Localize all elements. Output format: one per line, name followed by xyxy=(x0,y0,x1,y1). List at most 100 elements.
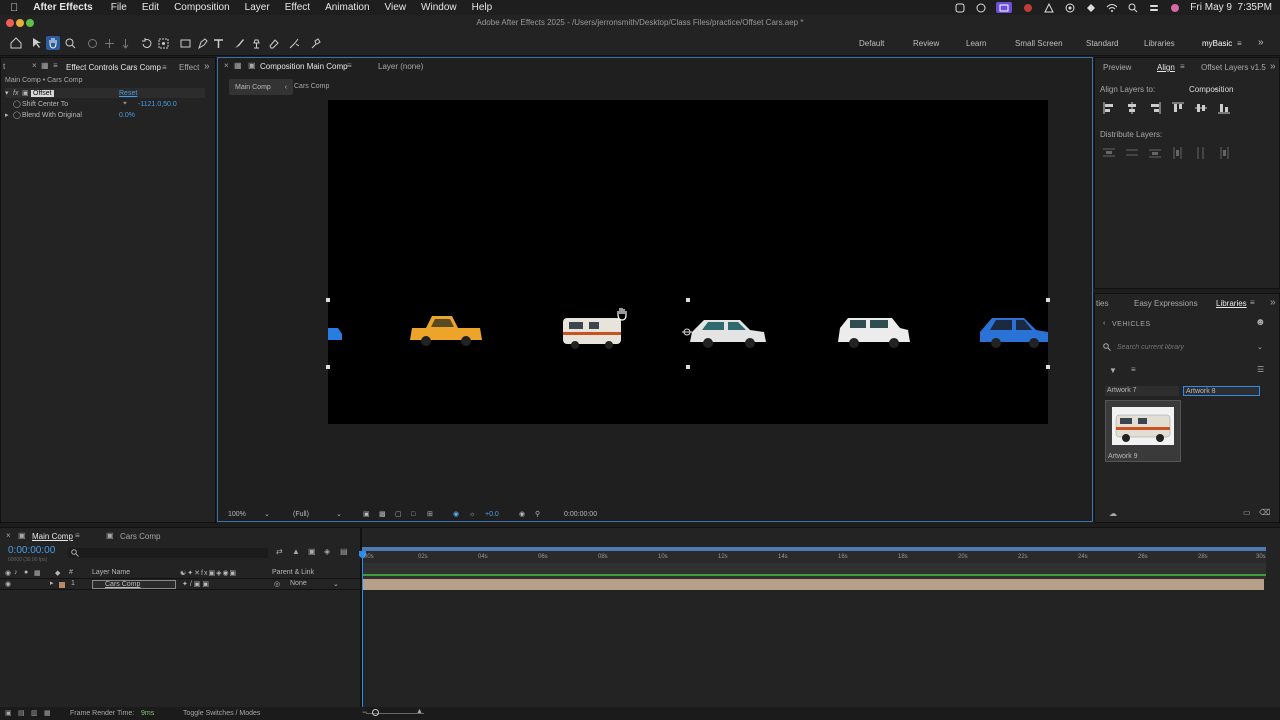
tab-effect[interactable]: Effect xyxy=(179,63,199,72)
roto-brush-tool-icon[interactable] xyxy=(287,36,301,50)
layer-switches[interactable]: ✦/▣▣ xyxy=(182,580,211,588)
draft-3d-icon[interactable]: ▲ xyxy=(292,547,300,556)
layer-label-color[interactable] xyxy=(59,582,65,588)
dolly-camera-tool-icon[interactable] xyxy=(118,36,132,50)
chevron-down-icon[interactable]: ⌄ xyxy=(333,580,339,588)
exposure-value[interactable]: +0.0 xyxy=(485,511,499,518)
solo-switch-icon[interactable]: ● xyxy=(24,569,28,576)
library-item-artwork-7[interactable]: Artwork 7 xyxy=(1105,386,1179,396)
transform-handle[interactable] xyxy=(1046,298,1050,302)
color-channels-icon[interactable]: ◉ xyxy=(453,510,459,518)
user-avatar-icon[interactable]: ☻ xyxy=(1255,317,1266,328)
region-of-interest-icon[interactable]: □ xyxy=(411,511,415,518)
in-out-pane-icon[interactable]: ▥ xyxy=(31,709,38,717)
param-value-blend[interactable]: 0.0% xyxy=(119,112,135,119)
distribute-right-icon[interactable] xyxy=(1218,147,1230,159)
zoom-dropdown[interactable]: 100% xyxy=(228,511,246,518)
tab-libraries[interactable]: Libraries xyxy=(1216,299,1247,308)
menu-window[interactable]: Window xyxy=(421,2,457,13)
panel-menu-icon-2[interactable]: ≡ xyxy=(162,63,167,72)
chevron-right-icon[interactable]: ▸ xyxy=(50,579,54,587)
library-item-artwork-8[interactable]: Artwork 8 xyxy=(1183,386,1260,396)
transform-handle[interactable] xyxy=(326,298,330,302)
screen-share-icon[interactable] xyxy=(996,2,1013,13)
filter-icon[interactable]: ▼ xyxy=(1109,366,1117,375)
time-ruler[interactable] xyxy=(362,551,1266,563)
layer-switches-pane-icon[interactable]: ▣ xyxy=(5,709,12,717)
home-icon[interactable] xyxy=(9,36,23,50)
status-icon-c[interactable] xyxy=(1043,2,1054,13)
zoom-out-icon[interactable]: − xyxy=(362,707,367,717)
video-switch-icon[interactable]: ◉ xyxy=(5,569,11,577)
reset-link[interactable]: Reset xyxy=(119,90,137,97)
zoom-in-icon[interactable]: ▲ xyxy=(416,708,423,715)
transform-handle[interactable] xyxy=(1046,365,1050,369)
close-panel-icon[interactable]: × xyxy=(32,61,37,70)
pen-tool-icon[interactable] xyxy=(195,36,209,50)
comp-breadcrumb-cars[interactable]: Cars Comp xyxy=(294,83,329,90)
exposure-reset-icon[interactable]: ☼ xyxy=(469,511,475,518)
transform-handle[interactable] xyxy=(686,365,690,369)
pickwhip-icon[interactable]: ◎ xyxy=(274,580,280,588)
lock-icon[interactable]: ▦ xyxy=(41,61,49,70)
car-blue-sedan[interactable] xyxy=(978,312,1050,350)
lock-icon[interactable]: ▦ xyxy=(234,61,242,70)
shy-layers-icon[interactable]: ▣ xyxy=(308,547,316,556)
viewer-timecode[interactable]: 0:00:00:00 xyxy=(564,511,597,518)
layer-name-field[interactable]: Cars Comp xyxy=(92,580,176,589)
menu-animation[interactable]: Animation xyxy=(325,2,369,13)
car-white-hatchback[interactable] xyxy=(688,314,768,350)
stopwatch-icon[interactable]: ◯ xyxy=(13,100,22,108)
tab-effect-controls[interactable]: Effect Controls Cars Comp xyxy=(66,63,161,72)
clone-stamp-tool-icon[interactable] xyxy=(249,36,263,50)
comp-breadcrumb-main[interactable]: Main Comp ‹ xyxy=(229,79,294,95)
timeline-search[interactable] xyxy=(68,548,268,558)
resolution-dropdown[interactable]: (Full) xyxy=(293,511,309,518)
workspace-libraries[interactable]: Libraries xyxy=(1144,39,1175,48)
workspace-default[interactable]: Default xyxy=(859,39,884,48)
distribute-left-icon[interactable] xyxy=(1172,147,1184,159)
car-yellow-pickup[interactable] xyxy=(408,312,484,348)
panel-overflow-icon[interactable]: » xyxy=(1270,297,1276,308)
align-vertical-center-icon[interactable] xyxy=(1195,102,1207,114)
workspace-small-screen[interactable]: Small Screen xyxy=(1015,39,1063,48)
distribute-horizontal-center-icon[interactable] xyxy=(1195,147,1207,159)
effect-row-offset[interactable]: ▾ fx ▣ Offset Reset xyxy=(5,88,205,98)
mask-visibility-icon[interactable]: ▢ xyxy=(395,510,402,518)
chevron-down-icon[interactable]: ⌄ xyxy=(1257,343,1263,351)
zoom-tool-icon[interactable] xyxy=(63,36,77,50)
toggle-switches-modes[interactable]: Toggle Switches / Modes xyxy=(183,710,260,717)
distribute-vertical-center-icon[interactable] xyxy=(1126,147,1138,159)
menu-help[interactable]: Help xyxy=(472,2,493,13)
menu-view[interactable]: View xyxy=(385,2,407,13)
car-partial-blue[interactable] xyxy=(328,322,342,344)
type-tool-icon[interactable] xyxy=(211,36,225,50)
eye-icon[interactable]: ◉ xyxy=(5,580,11,588)
new-folder-icon[interactable]: ▭ xyxy=(1243,508,1251,517)
panel-menu-icon[interactable]: ≡ xyxy=(1250,298,1255,307)
rotation-tool-icon[interactable] xyxy=(139,36,153,50)
hand-tool-icon[interactable] xyxy=(46,36,60,50)
chevron-down-icon[interactable]: ⌄ xyxy=(1212,83,1219,92)
siri-icon[interactable] xyxy=(1169,2,1180,13)
sort-icon[interactable]: ≡ xyxy=(1131,365,1136,374)
panel-menu-icon[interactable]: ≡ xyxy=(75,531,80,540)
status-icon-b[interactable] xyxy=(975,2,986,13)
zoom-window-button[interactable] xyxy=(26,19,34,27)
align-bottom-icon[interactable] xyxy=(1218,102,1230,114)
brush-tool-icon[interactable] xyxy=(232,36,246,50)
crosshair-icon[interactable]: ⌖ xyxy=(123,100,127,108)
panel-menu-icon[interactable]: ≡ xyxy=(53,61,58,70)
library-search-input[interactable] xyxy=(1117,343,1257,351)
menu-app-name[interactable]: After Effects xyxy=(33,2,92,13)
column-layer-name[interactable]: Layer Name xyxy=(92,569,130,576)
show-snapshot-icon[interactable]: ⚲ xyxy=(535,510,540,518)
eraser-tool-icon[interactable] xyxy=(266,36,280,50)
tab-easy-expressions[interactable]: Easy Expressions xyxy=(1134,299,1198,308)
render-time-pane-icon[interactable]: ▦ xyxy=(44,709,51,717)
cloud-sync-icon[interactable]: ☁ xyxy=(1109,509,1117,518)
library-search[interactable]: ⌄ xyxy=(1103,341,1273,353)
panel-overflow-icon[interactable]: » xyxy=(1270,61,1276,72)
status-icon-a[interactable] xyxy=(954,2,965,13)
fx-icon[interactable]: fx xyxy=(13,90,22,97)
